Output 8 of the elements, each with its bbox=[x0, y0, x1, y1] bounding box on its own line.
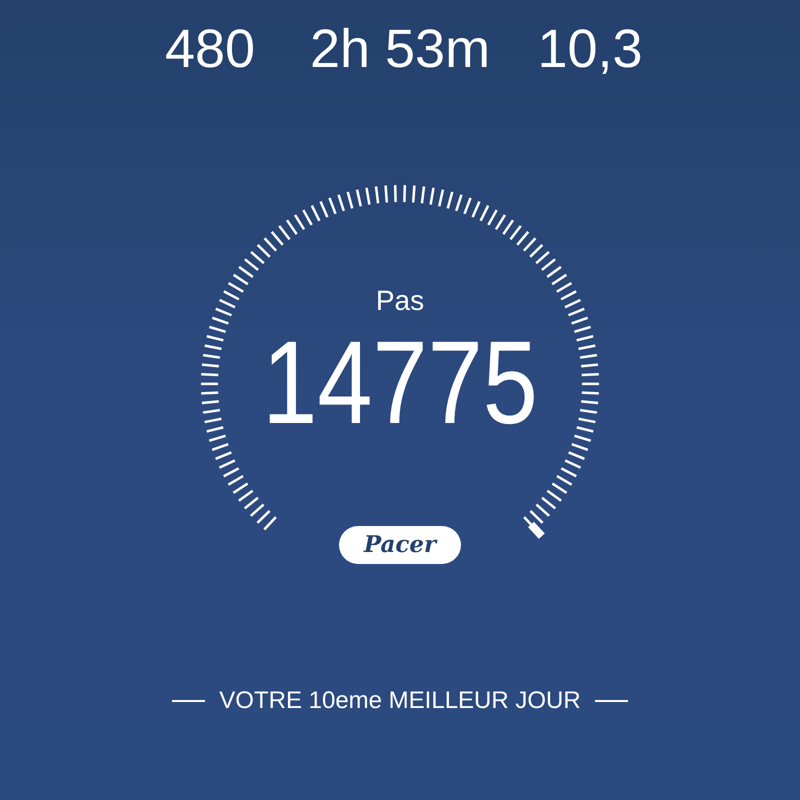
best-day-text: VOTRE 10eme MEILLEUR JOUR bbox=[219, 689, 581, 713]
stat-value: 10,3 bbox=[537, 19, 643, 79]
step-count: 14775 bbox=[262, 324, 538, 442]
stat-value: 2h 53m bbox=[310, 19, 490, 79]
gauge-marker bbox=[528, 522, 545, 539]
gauge-label: Pas bbox=[376, 285, 424, 316]
pacer-logo: Pacer bbox=[339, 526, 461, 564]
stat-value: 480 bbox=[164, 19, 256, 79]
